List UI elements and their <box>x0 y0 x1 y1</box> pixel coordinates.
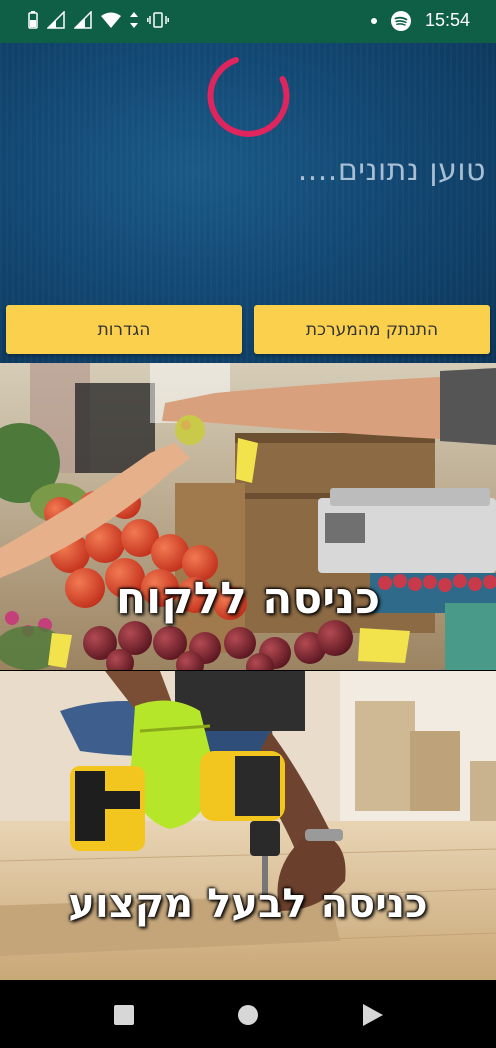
professional-entry-card[interactable]: כניסה לבעל מקצוע <box>0 671 496 980</box>
status-clock: 15:54 <box>424 10 470 30</box>
wifi-icon <box>101 12 121 28</box>
loading-spinner-icon <box>207 57 290 137</box>
recents-square-icon[interactable] <box>114 1005 134 1025</box>
drill-photo <box>0 671 496 980</box>
customer-entry-card[interactable]: כניסה ללקוח <box>0 363 496 670</box>
customer-entry-label: כניסה ללקוח <box>115 573 381 624</box>
back-triangle-icon[interactable] <box>363 1004 383 1026</box>
signal-icon <box>47 11 65 29</box>
data-arrows-icon <box>130 12 138 28</box>
loading-header: טוען נתונים.... התנתק מהמערכת הגדרות <box>0 43 496 363</box>
status-bar: 15:54 <box>0 0 496 43</box>
status-icons-left <box>28 11 169 29</box>
battery-icon <box>28 11 38 29</box>
spotify-icon <box>390 10 411 31</box>
settings-button[interactable]: הגדרות <box>6 305 242 354</box>
signal-icon <box>74 11 92 29</box>
notification-dot-icon <box>370 17 377 24</box>
navigation-bar <box>0 980 496 1048</box>
professional-entry-label: כניסה לבעל מקצוע <box>68 881 428 927</box>
status-icons-right: 15:54 <box>370 10 470 31</box>
vibrate-icon <box>147 12 169 28</box>
disconnect-button[interactable]: התנתק מהמערכת <box>254 305 490 354</box>
loading-text: טוען נתונים.... <box>297 153 486 188</box>
home-circle-icon[interactable] <box>238 1005 258 1025</box>
